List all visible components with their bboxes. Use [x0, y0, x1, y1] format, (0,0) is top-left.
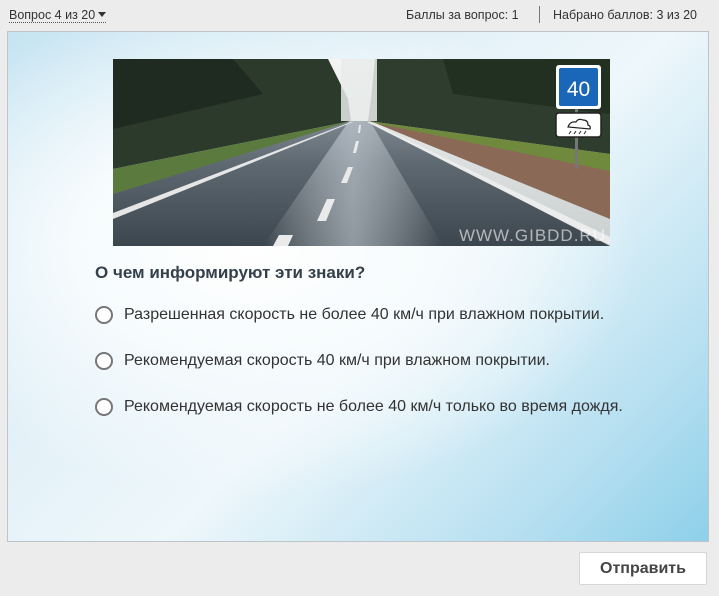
submit-button[interactable]: Отправить: [579, 552, 707, 585]
points-per-question: Баллы за вопрос: 1: [406, 8, 519, 22]
question-card: 40 WWW.GIBDD.RU О чем информируют эти зн…: [7, 31, 709, 542]
question-counter: Вопрос 4 из 20: [9, 8, 96, 22]
chevron-down-icon: [98, 12, 107, 17]
answer-option-label: Рекомендуемая скорость не более 40 км/ч …: [124, 398, 623, 415]
answer-option-2[interactable]: Рекомендуемая скорость 40 км/ч при влажн…: [95, 348, 550, 374]
radio-button[interactable]: [95, 306, 113, 324]
question-navigation-dropdown[interactable]: Вопрос 4 из 20: [9, 8, 107, 23]
question-text: О чем информируют эти знаки?: [95, 263, 366, 282]
radio-button[interactable]: [95, 398, 113, 416]
answer-option-label: Разрешенная скорость не более 40 км/ч пр…: [124, 306, 605, 323]
speed-sign-value: 40: [567, 78, 590, 101]
divider: [539, 6, 540, 23]
road-sign-photo: 40 WWW.GIBDD.RU: [113, 59, 610, 246]
radio-button[interactable]: [95, 352, 113, 370]
answer-option-3[interactable]: Рекомендуемая скорость не более 40 км/ч …: [95, 394, 623, 420]
answer-option-label: Рекомендуемая скорость 40 км/ч при влажн…: [124, 352, 550, 369]
points-total: Набрано баллов: 3 из 20: [553, 8, 697, 22]
top-bar: Вопрос 4 из 20 Баллы за вопрос: 1 Набран…: [0, 0, 719, 30]
answer-option-1[interactable]: Разрешенная скорость не более 40 км/ч пр…: [95, 302, 604, 328]
photo-watermark: WWW.GIBDD.RU: [459, 226, 606, 245]
